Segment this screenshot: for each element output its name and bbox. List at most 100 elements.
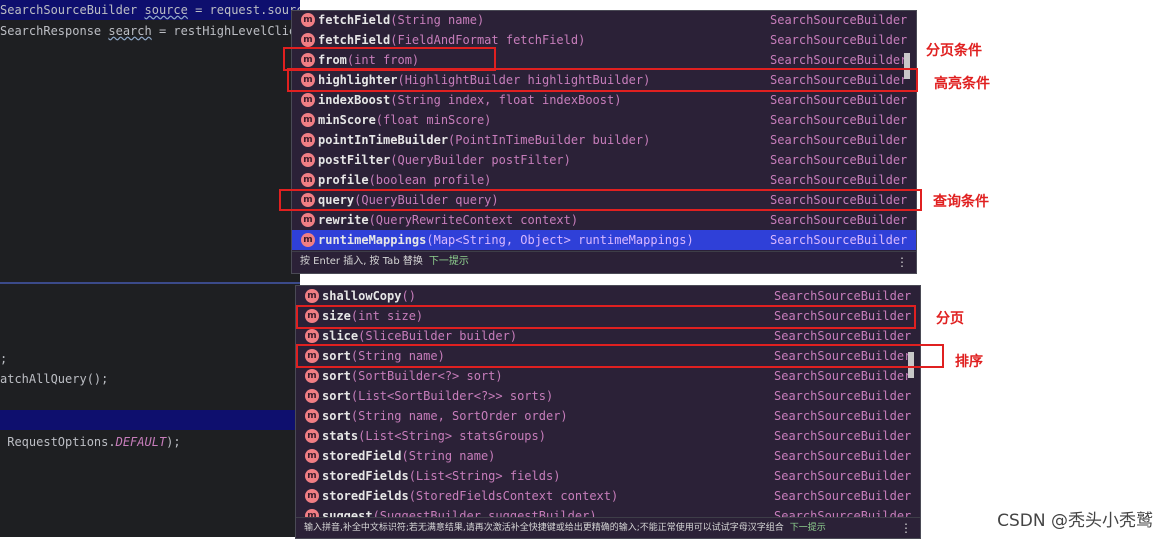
method-icon: m — [301, 113, 315, 127]
method-name: rewrite — [318, 213, 369, 227]
completion-item[interactable]: m storedFields(List<String> fields) Search… — [296, 466, 920, 486]
method-signature: runtimeMappings(Map<String, Object> runt… — [318, 230, 694, 250]
completion-item[interactable]: m stats(List<String> statsGroups) SearchSo… — [296, 426, 920, 446]
hint-text: 按 Enter 插入, 按 Tab 替换 — [300, 256, 423, 267]
code-line-2[interactable]: SearchResponse search = restHighLevelCli… — [0, 23, 300, 39]
return-type: SearchSourceBuilder — [774, 449, 912, 463]
method-params: (StoredFieldsContext context) — [408, 489, 619, 503]
annotation-sorting: 排序 — [955, 354, 983, 370]
method-params: (QueryRewriteContext context) — [368, 213, 579, 227]
return-type: SearchSourceBuilder — [774, 329, 912, 343]
method-name: sort — [322, 409, 351, 423]
method-signature: profile(boolean profile) — [318, 170, 491, 190]
highlight-box-highlighter — [287, 68, 918, 92]
method-signature: storedFields(List<String> fields) — [322, 466, 560, 486]
method-name: sort — [322, 369, 351, 383]
method-params: (String name) — [390, 13, 485, 27]
method-params: (String name) — [401, 449, 496, 463]
method-signature: sort(SortBuilder<?> sort) — [322, 366, 503, 386]
completion-item[interactable]: m slice(SliceBuilder builder) SearchSource… — [296, 326, 920, 346]
next-tip-link[interactable]: 下一提示 — [790, 523, 826, 533]
method-signature: sort(String name, SortOrder order) — [322, 406, 568, 426]
method-name: sort — [322, 389, 351, 403]
editor-divider — [0, 282, 300, 284]
method-icon: m — [305, 329, 319, 343]
method-name: storedFields — [322, 489, 409, 503]
method-name: stats — [322, 429, 359, 443]
completion-hint-bar: 输入拼音,补全中文标识符;若无满意结果,请再次激活补全快捷键或给出更精确的输入;… — [296, 517, 920, 538]
method-params: (String index, float indexBoost) — [390, 93, 622, 107]
completion-item[interactable]: m sort(String name, SortOrder order) Searc… — [296, 406, 920, 426]
method-icon: m — [305, 489, 319, 503]
code-line-1[interactable]: SearchSourceBuilder source = request.sou… — [0, 2, 300, 18]
return-type: SearchSourceBuilder — [774, 409, 912, 423]
method-signature: fetchField(String name) — [318, 11, 485, 30]
method-icon: m — [305, 289, 319, 303]
return-type: SearchSourceBuilder — [774, 429, 912, 443]
annotation-paging: 分页 — [936, 311, 964, 327]
method-params: (List<SortBuilder<?>> sorts) — [350, 389, 554, 403]
highlight-box-query — [279, 189, 922, 211]
method-signature: postFilter(QueryBuilder postFilter) — [318, 150, 571, 170]
method-signature: rewrite(QueryRewriteContext context) — [318, 210, 578, 230]
method-icon: m — [301, 233, 315, 247]
return-type: SearchSourceBuilder — [770, 13, 908, 27]
completion-item[interactable]: m runtimeMappings(Map<String, Object> run… — [292, 230, 916, 250]
method-name: postFilter — [318, 153, 391, 167]
method-icon: m — [301, 93, 315, 107]
highlight-box-size — [296, 305, 916, 329]
more-options-icon[interactable]: ⋮ — [896, 252, 908, 272]
completion-item[interactable]: m fetchField(String name) SearchSourceBuil… — [292, 11, 916, 30]
method-name: storedField — [322, 449, 402, 463]
return-type: SearchSourceBuilder — [770, 233, 908, 247]
method-name: slice — [322, 329, 359, 343]
completion-item[interactable]: m storedField(String name) SearchSourceBui… — [296, 446, 920, 466]
code-line-5[interactable]: RequestOptions.DEFAULT); — [0, 434, 180, 450]
completion-item[interactable]: m postFilter(QueryBuilder postFilter) Sear… — [292, 150, 916, 170]
method-params: () — [401, 289, 416, 303]
method-icon: m — [305, 409, 319, 423]
watermark: CSDN @秃头小秃鹫 — [997, 511, 1153, 531]
code-line-4[interactable]: atchAllQuery(); — [0, 371, 108, 387]
annotation-query-condition: 查询条件 — [933, 194, 989, 210]
return-type: SearchSourceBuilder — [770, 133, 908, 147]
completion-item[interactable]: m rewrite(QueryRewriteContext context) Sea… — [292, 210, 916, 230]
method-icon: m — [305, 369, 319, 383]
method-signature: indexBoost(String index, float indexBoos… — [318, 90, 621, 110]
return-type: SearchSourceBuilder — [770, 33, 908, 47]
method-params: (SortBuilder<?> sort) — [350, 369, 503, 383]
method-icon: m — [305, 389, 319, 403]
method-params: (boolean profile) — [368, 173, 492, 187]
more-options-icon[interactable]: ⋮ — [900, 518, 912, 538]
return-type: SearchSourceBuilder — [770, 93, 908, 107]
method-icon: m — [305, 469, 319, 483]
completion-item[interactable]: m shallowCopy() SearchSourceBuilder — [296, 286, 920, 306]
completion-item[interactable]: m sort(SortBuilder<?> sort) SearchSourceBu… — [296, 366, 920, 386]
code-editor[interactable]: SearchSourceBuilder source = request.sou… — [0, 0, 300, 537]
method-params: (String name, SortOrder order) — [350, 409, 568, 423]
method-name: shallowCopy — [322, 289, 402, 303]
return-type: SearchSourceBuilder — [770, 153, 908, 167]
completion-item[interactable]: m storedFields(StoredFieldsContext contex… — [296, 486, 920, 506]
method-signature: minScore(float minScore) — [318, 110, 491, 130]
code-line-3[interactable]: ; — [0, 351, 7, 367]
completion-item[interactable]: m indexBoost(String index, float indexBoo… — [292, 90, 916, 110]
completion-list-top: m fetchField(String name) SearchSourceBuil… — [292, 11, 916, 250]
method-signature: pointInTimeBuilder(PointInTimeBuilder bu… — [318, 130, 650, 150]
method-name: fetchField — [318, 13, 391, 27]
method-name: fetchField — [318, 33, 391, 47]
completion-item[interactable]: m pointInTimeBuilder(PointInTimeBuilder b… — [292, 130, 916, 150]
method-signature: shallowCopy() — [322, 286, 416, 306]
next-tip-link[interactable]: 下一提示 — [429, 256, 469, 267]
return-type: SearchSourceBuilder — [774, 369, 912, 383]
completion-item[interactable]: m sort(List<SortBuilder<?>> sorts) SearchS… — [296, 386, 920, 406]
method-name: minScore — [318, 113, 376, 127]
return-type: SearchSourceBuilder — [774, 469, 912, 483]
method-icon: m — [305, 449, 319, 463]
method-icon: m — [301, 173, 315, 187]
completion-item[interactable]: m minScore(float minScore) SearchSourceBui… — [292, 110, 916, 130]
method-signature: storedFields(StoredFieldsContext context… — [322, 486, 618, 506]
method-params: (List<String> statsGroups) — [358, 429, 546, 443]
completion-item[interactable]: m profile(boolean profile) SearchSourceBui… — [292, 170, 916, 190]
method-icon: m — [301, 133, 315, 147]
